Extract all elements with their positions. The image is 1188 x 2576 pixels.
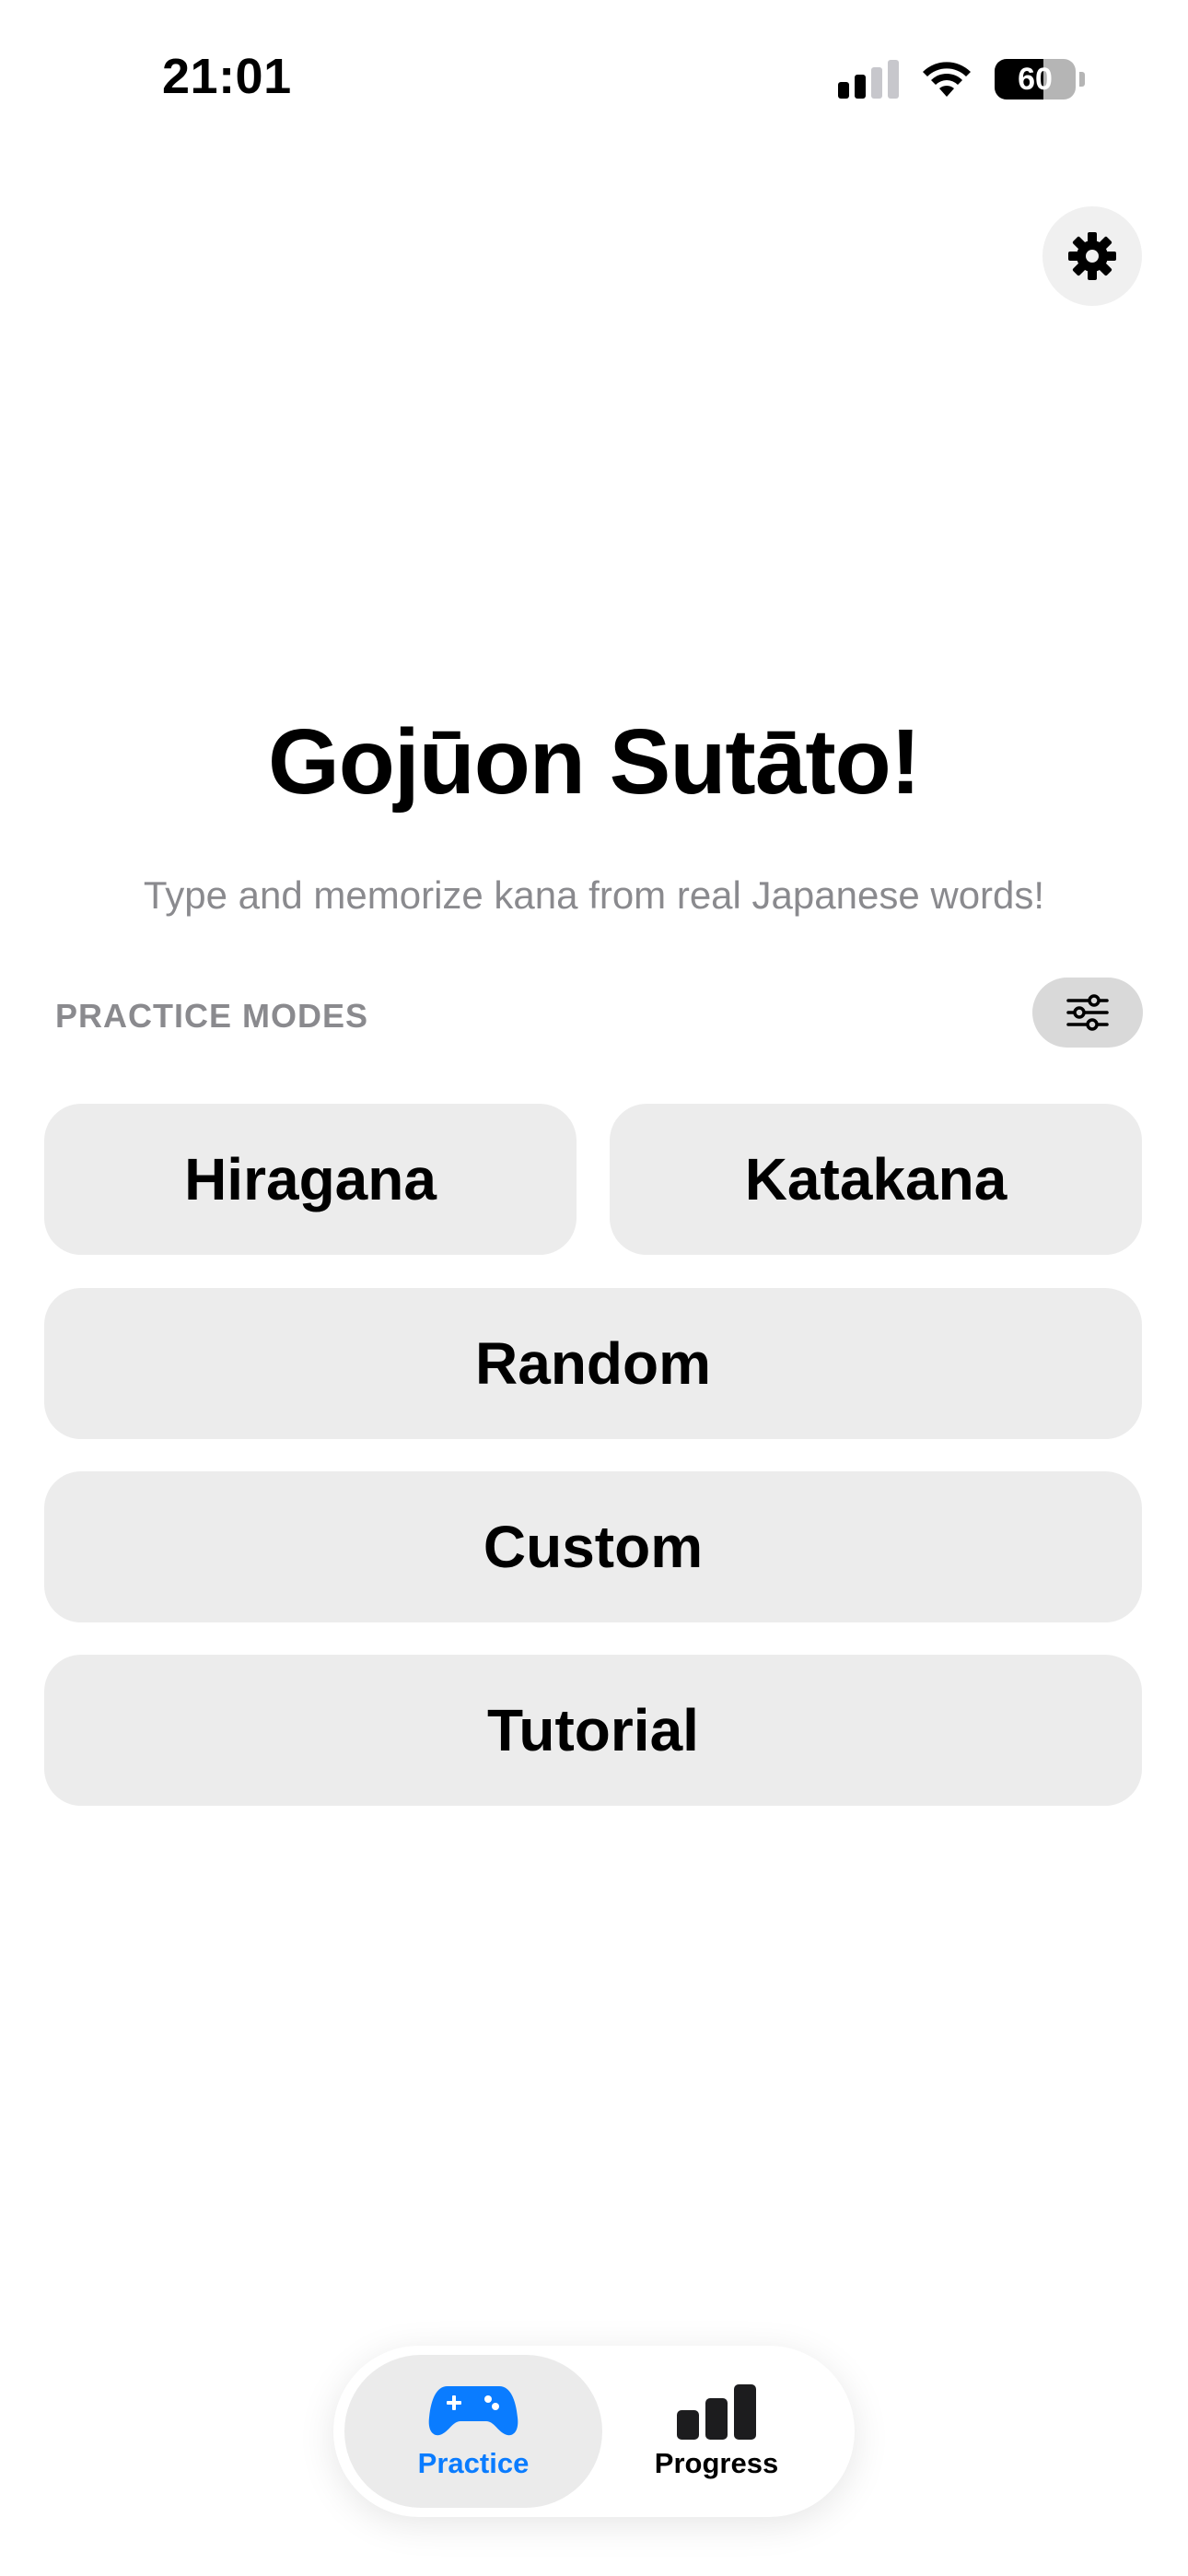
tab-progress-label: Progress [654, 2447, 779, 2479]
tab-progress[interactable]: Progress [588, 2355, 845, 2508]
cellular-signal-icon [838, 60, 899, 99]
status-icons: 60 [838, 53, 1085, 105]
status-time: 21:01 [162, 49, 292, 104]
tutorial-button[interactable]: Tutorial [44, 1655, 1142, 1806]
wifi-icon [923, 62, 971, 97]
practice-modes-label: PRACTICE MODES [55, 997, 369, 1035]
custom-button[interactable]: Custom [44, 1471, 1142, 1622]
battery-cap [1079, 72, 1085, 87]
katakana-button[interactable]: Katakana [610, 1104, 1142, 1255]
sliders-icon [1066, 994, 1109, 1031]
app-title: Gojūon Sutāto! [267, 710, 921, 814]
settings-button[interactable] [1042, 206, 1142, 306]
gear-icon [1068, 232, 1116, 280]
tab-bar: Practice Progress [333, 2346, 855, 2517]
app-subtitle: Type and memorize kana from real Japanes… [143, 873, 1045, 917]
battery-icon: 60 [995, 59, 1076, 100]
hiragana-button[interactable]: Hiragana [44, 1104, 577, 1255]
screen: 21:01 60 Gojūon Sutāto! Type and memoriz… [0, 0, 1188, 2576]
filter-button[interactable] [1032, 978, 1143, 1048]
tab-practice-label: Practice [417, 2447, 530, 2479]
bar-chart-icon [677, 2384, 756, 2440]
battery-level: 60 [1018, 61, 1053, 97]
tab-practice[interactable]: Practice [344, 2355, 602, 2508]
random-button[interactable]: Random [44, 1288, 1142, 1439]
gamecontroller-icon [428, 2386, 518, 2436]
